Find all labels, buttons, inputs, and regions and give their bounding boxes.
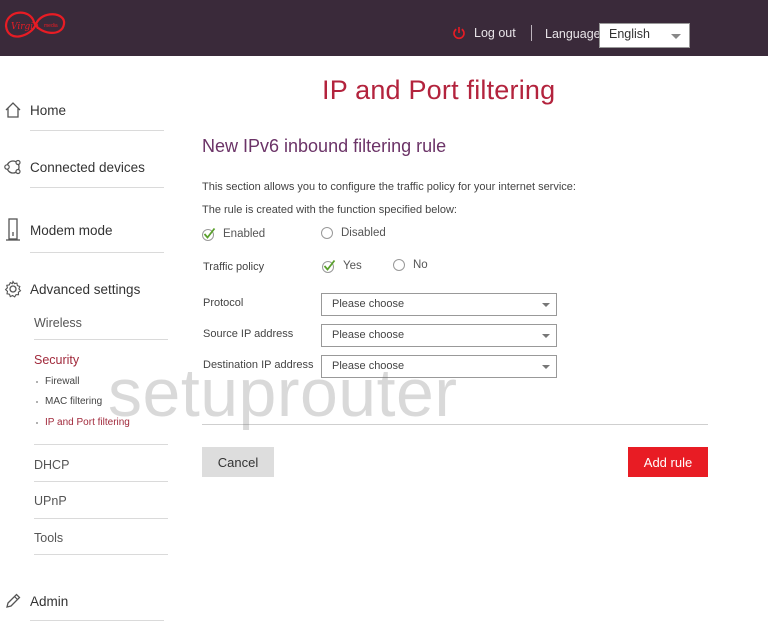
form-divider xyxy=(202,424,708,425)
checkmark-icon xyxy=(322,259,336,273)
source-ip-label: Source IP address xyxy=(203,328,294,340)
traffic-policy-label: Traffic policy xyxy=(203,261,265,273)
language-label: Language xyxy=(545,27,601,41)
chevron-down-icon xyxy=(542,365,550,369)
sidebar-item-home[interactable]: Home xyxy=(4,101,66,119)
sidebar-subsub-firewall[interactable]: Firewall xyxy=(36,376,79,387)
source-ip-select[interactable]: Please choose xyxy=(321,324,557,347)
destination-ip-label: Destination IP address xyxy=(203,359,314,371)
traffic-policy-yes-radio[interactable]: Yes xyxy=(322,259,362,273)
bullet xyxy=(36,380,38,383)
protocol-label: Protocol xyxy=(203,297,244,309)
enabled-label: Enabled xyxy=(223,228,266,240)
sidebar-item-label: Connected devices xyxy=(30,159,145,175)
chevron-down-icon xyxy=(671,34,681,39)
disabled-label: Disabled xyxy=(341,227,386,239)
cancel-button[interactable]: Cancel xyxy=(202,447,274,477)
svg-text:Virgin: Virgin xyxy=(11,22,39,32)
radio-circle xyxy=(321,227,333,239)
add-rule-button[interactable]: Add rule xyxy=(628,447,708,477)
top-header: Virgin media Log out Language English xyxy=(0,0,768,56)
divider xyxy=(34,339,168,340)
checkmark-icon xyxy=(202,227,216,241)
protocol-value: Please choose xyxy=(332,298,405,310)
svg-text:media: media xyxy=(44,23,58,29)
destination-ip-value: Please choose xyxy=(332,360,405,372)
divider xyxy=(30,620,164,621)
power-icon xyxy=(453,27,465,40)
header-separator xyxy=(531,25,532,41)
page-title: IP and Port filtering xyxy=(322,75,556,105)
description-text: This section allows you to configure the… xyxy=(202,181,576,193)
protocol-select[interactable]: Please choose xyxy=(321,293,557,316)
divider xyxy=(34,554,168,555)
sidebar-item-connected-devices[interactable]: Connected devices xyxy=(4,158,145,176)
yes-label: Yes xyxy=(343,260,362,272)
sidebar-subsub-label: Firewall xyxy=(45,376,80,387)
logout-label: Log out xyxy=(474,26,516,40)
sidebar-sub-wireless[interactable]: Wireless xyxy=(34,316,82,330)
description-text: The rule is created with the function sp… xyxy=(202,204,457,216)
destination-ip-select[interactable]: Please choose xyxy=(321,355,557,378)
sidebar-sub-upnp[interactable]: UPnP xyxy=(34,494,67,508)
enabled-radio[interactable]: Enabled xyxy=(202,227,265,241)
pencil-icon xyxy=(6,593,21,608)
divider xyxy=(30,130,164,131)
bullet xyxy=(36,421,38,424)
section-title: New IPv6 inbound filtering rule xyxy=(202,136,447,156)
house-icon xyxy=(5,102,21,118)
language-select[interactable]: English xyxy=(599,23,690,48)
source-ip-value: Please choose xyxy=(332,329,405,341)
bullet xyxy=(36,400,38,403)
sidebar-sub-security[interactable]: Security xyxy=(34,353,79,367)
sidebar-sub-dhcp[interactable]: DHCP xyxy=(34,458,69,472)
sidebar-item-advanced-settings[interactable]: Advanced settings xyxy=(4,280,140,298)
no-label: No xyxy=(413,259,428,271)
virgin-media-logo[interactable]: Virgin media xyxy=(2,4,68,50)
logout-button[interactable]: Log out xyxy=(452,26,516,40)
sidebar-item-label: Admin xyxy=(30,593,69,609)
sidebar-item-label: Advanced settings xyxy=(30,281,141,297)
divider xyxy=(34,481,168,482)
chevron-down-icon xyxy=(542,334,550,338)
disabled-radio[interactable]: Disabled xyxy=(321,227,386,239)
sidebar-subsub-mac-filtering[interactable]: MAC filtering xyxy=(36,396,102,407)
divider xyxy=(30,187,164,188)
sidebar-item-label: Home xyxy=(30,102,67,118)
sidebar-item-admin[interactable]: Admin xyxy=(4,592,68,610)
sidebar-item-label: Modem mode xyxy=(30,222,113,238)
modem-icon xyxy=(6,218,20,241)
divider xyxy=(34,444,168,445)
language-value: English xyxy=(609,27,650,41)
devices-icon xyxy=(4,159,21,175)
sidebar-item-modem-mode[interactable]: Modem mode xyxy=(4,218,113,242)
sidebar-subsub-ip-port-filtering[interactable]: IP and Port filtering xyxy=(36,417,130,428)
sidebar-subsub-label: IP and Port filtering xyxy=(45,417,130,428)
gear-icon xyxy=(4,280,22,298)
traffic-policy-no-radio[interactable]: No xyxy=(393,259,428,271)
divider xyxy=(30,252,164,253)
chevron-down-icon xyxy=(542,303,550,307)
sidebar-sub-tools[interactable]: Tools xyxy=(34,531,63,545)
radio-circle xyxy=(393,259,405,271)
sidebar-subsub-label: MAC filtering xyxy=(45,396,103,407)
divider xyxy=(34,518,168,519)
